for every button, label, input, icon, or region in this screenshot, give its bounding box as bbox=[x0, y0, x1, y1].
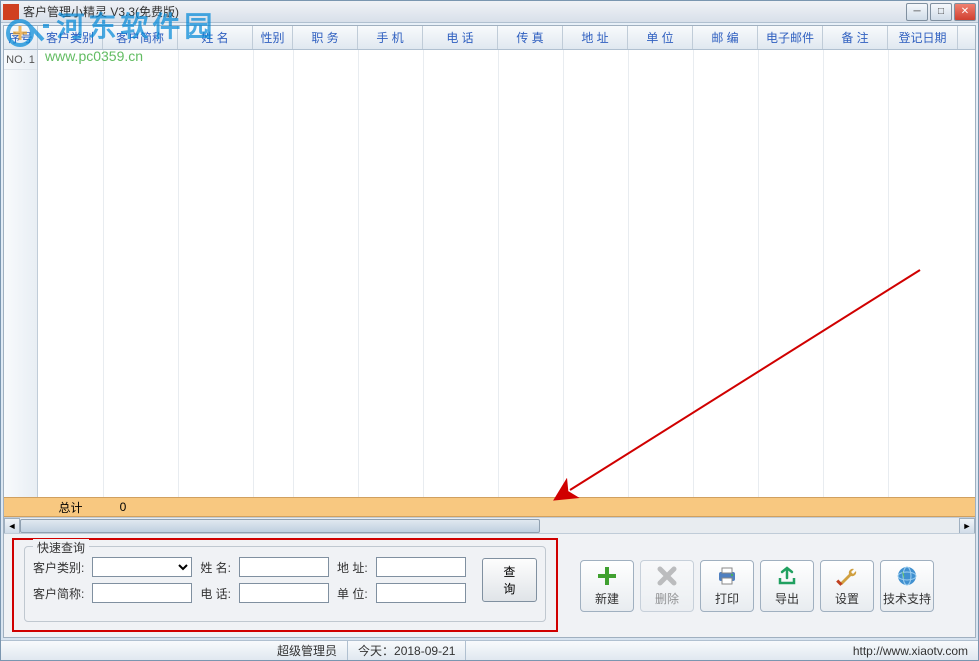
th-position[interactable]: 职 务 bbox=[293, 26, 358, 49]
label-shortname: 客户简称: bbox=[33, 585, 84, 602]
scroll-left-icon[interactable]: ◄ bbox=[4, 518, 20, 533]
quick-search-group: 快速查询 客户类别: 姓 名: 地 址: 客户简称: 电 bbox=[24, 546, 546, 622]
address-input[interactable] bbox=[376, 557, 466, 577]
th-email[interactable]: 电子邮件 bbox=[758, 26, 823, 49]
data-table: 序号 客户类别 客户简称 姓 名 性别 职 务 手 机 电 话 传 真 地 址 … bbox=[4, 26, 975, 533]
th-remark[interactable]: 备 注 bbox=[823, 26, 888, 49]
statusbar: 超级管理员 今天：2018-09-21 http://www.xiaotv.co… bbox=[1, 640, 978, 660]
th-address[interactable]: 地 址 bbox=[563, 26, 628, 49]
export-button[interactable]: 导出 bbox=[760, 560, 814, 612]
name-input[interactable] bbox=[239, 557, 329, 577]
label-name: 姓 名: bbox=[200, 559, 231, 576]
scroll-right-icon[interactable]: ► bbox=[959, 518, 975, 533]
delete-button[interactable]: 删除 bbox=[640, 560, 694, 612]
print-button[interactable]: 打印 bbox=[700, 560, 754, 612]
table-header: 序号 客户类别 客户简称 姓 名 性别 职 务 手 机 电 话 传 真 地 址 … bbox=[4, 26, 975, 50]
bottom-panel: 快速查询 客户类别: 姓 名: 地 址: 客户简称: 电 bbox=[4, 533, 975, 637]
th-fax[interactable]: 传 真 bbox=[498, 26, 563, 49]
th-name[interactable]: 姓 名 bbox=[178, 26, 253, 49]
search-legend: 快速查询 bbox=[33, 539, 89, 556]
support-button[interactable]: 技术支持 bbox=[880, 560, 934, 612]
scroll-thumb[interactable] bbox=[20, 519, 540, 533]
close-button[interactable]: ✕ bbox=[954, 3, 976, 21]
status-url: http://www.xiaotv.com bbox=[843, 644, 978, 658]
table-body[interactable]: NO. 1 bbox=[4, 50, 975, 497]
th-seq[interactable]: 序号 bbox=[4, 26, 38, 49]
label-address: 地 址: bbox=[337, 559, 368, 576]
search-button[interactable]: 查 询 bbox=[482, 558, 537, 602]
wrench-icon bbox=[835, 564, 859, 588]
status-date: 今天：2018-09-21 bbox=[348, 641, 466, 660]
category-select[interactable] bbox=[92, 557, 192, 577]
settings-button[interactable]: 设置 bbox=[820, 560, 874, 612]
window-title: 客户管理小精灵 V3.3(免费版) bbox=[23, 3, 906, 20]
label-phone: 电 话: bbox=[200, 585, 231, 602]
maximize-button[interactable]: □ bbox=[930, 3, 952, 21]
th-postcode[interactable]: 邮 编 bbox=[693, 26, 758, 49]
app-window: 客户管理小精灵 V3.3(免费版) ─ □ ✕ 序号 客户类别 客户简称 姓 名… bbox=[0, 0, 979, 661]
titlebar: 客户管理小精灵 V3.3(免费版) ─ □ ✕ bbox=[1, 1, 978, 23]
label-unit: 单 位: bbox=[337, 585, 368, 602]
printer-icon bbox=[715, 564, 739, 588]
th-category[interactable]: 客户类别 bbox=[38, 26, 103, 49]
app-icon bbox=[3, 4, 19, 20]
th-mobile[interactable]: 手 机 bbox=[358, 26, 423, 49]
total-label: 总计 bbox=[38, 499, 103, 516]
th-gender[interactable]: 性别 bbox=[253, 26, 293, 49]
status-user: 超级管理员 bbox=[267, 641, 348, 660]
horizontal-scrollbar[interactable]: ◄ ► bbox=[4, 517, 975, 533]
action-toolbar: 新建 删除 打印 导出 bbox=[568, 539, 967, 632]
th-phone[interactable]: 电 话 bbox=[423, 26, 498, 49]
label-category: 客户类别: bbox=[33, 559, 84, 576]
total-value: 0 bbox=[103, 500, 143, 514]
th-unit[interactable]: 单 位 bbox=[628, 26, 693, 49]
phone-input[interactable] bbox=[239, 583, 329, 603]
th-shortname[interactable]: 客户简称 bbox=[103, 26, 178, 49]
new-button[interactable]: 新建 bbox=[580, 560, 634, 612]
row-header-1: NO. 1 bbox=[4, 50, 37, 70]
plus-icon bbox=[595, 564, 619, 588]
globe-icon bbox=[895, 564, 919, 588]
th-regdate[interactable]: 登记日期 bbox=[888, 26, 958, 49]
x-icon bbox=[655, 564, 679, 588]
search-highlight-box: 快速查询 客户类别: 姓 名: 地 址: 客户简称: 电 bbox=[12, 538, 558, 632]
shortname-input[interactable] bbox=[92, 583, 192, 603]
unit-input[interactable] bbox=[376, 583, 466, 603]
total-row: 总计 0 bbox=[4, 497, 975, 517]
export-icon bbox=[775, 564, 799, 588]
minimize-button[interactable]: ─ bbox=[906, 3, 928, 21]
